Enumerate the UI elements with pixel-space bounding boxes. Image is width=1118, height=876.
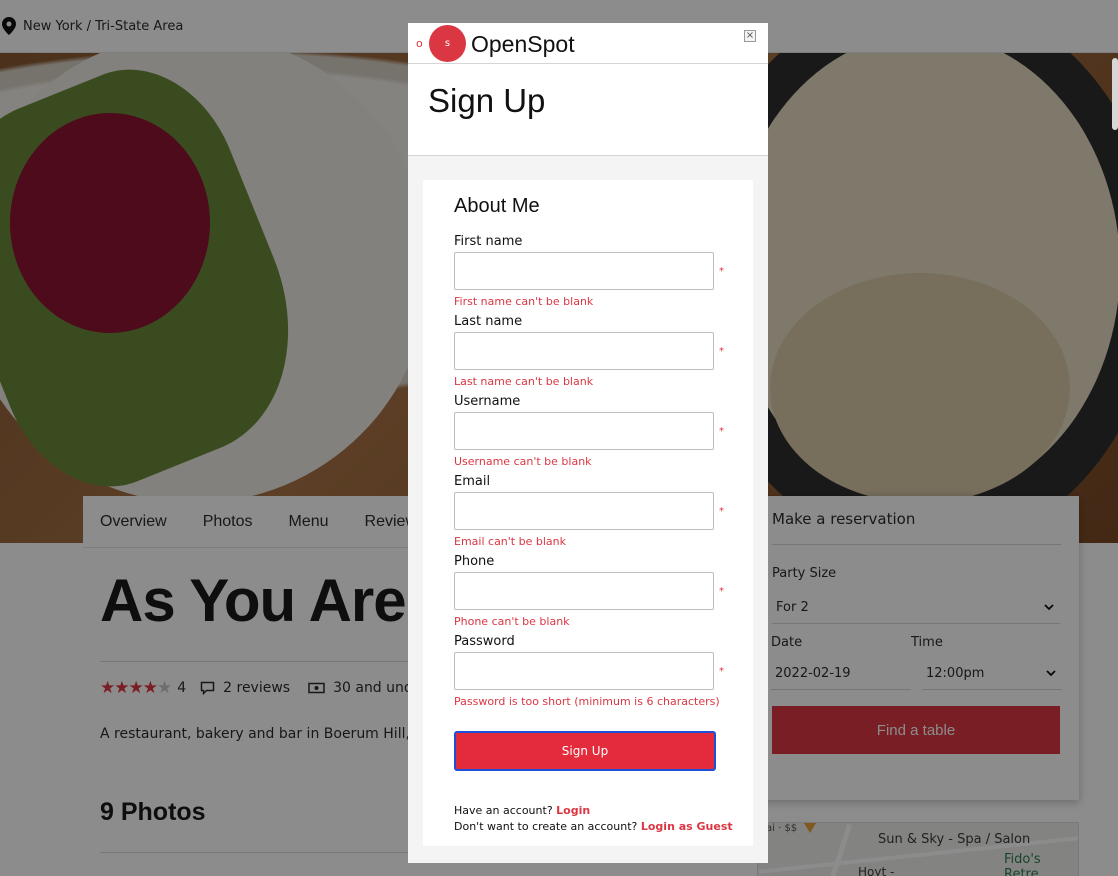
section-heading: About Me	[454, 195, 540, 217]
field-label: Username	[454, 394, 521, 409]
guest-prompt: Don't want to create an account? Login a…	[454, 820, 733, 833]
field-label: Phone	[454, 554, 495, 569]
phone-input[interactable]	[454, 572, 714, 610]
required-mark: *	[719, 426, 724, 437]
field-error: Phone can't be blank	[454, 615, 570, 628]
modal-title: Sign Up	[428, 82, 546, 119]
field-error: Password is too short (minimum is 6 char…	[454, 695, 720, 708]
login-prompt: Have an account? Login	[454, 804, 591, 817]
field-error: Email can't be blank	[454, 535, 566, 548]
modal-title-bar: Sign Up	[408, 64, 768, 156]
field-label: Email	[454, 474, 491, 489]
field-error: Last name can't be blank	[454, 375, 594, 388]
required-mark: *	[719, 506, 724, 517]
field-label: Last name	[454, 314, 523, 329]
close-icon[interactable]: ×	[744, 30, 756, 42]
logo-icon: s	[429, 25, 466, 62]
username-field: Username * Username can't be blank	[454, 394, 744, 468]
brand-name: OpenSpot	[471, 31, 575, 57]
last-name-input[interactable]	[454, 332, 714, 370]
login-link[interactable]: Login	[556, 804, 590, 817]
phone-field: Phone * Phone can't be blank	[454, 554, 744, 628]
field-error: First name can't be blank	[454, 295, 594, 308]
required-mark: *	[719, 346, 724, 357]
password-field: Password * Password is too short (minimu…	[454, 634, 744, 708]
logo-mark: o	[416, 37, 423, 50]
guest-login-link[interactable]: Login as Guest	[641, 820, 733, 833]
last-name-field: Last name * Last name can't be blank	[454, 314, 744, 388]
field-error: Username can't be blank	[454, 455, 592, 468]
required-mark: *	[719, 586, 724, 597]
required-mark: *	[719, 666, 724, 677]
signup-modal: o s OpenSpot × Sign Up About Me First na…	[408, 23, 768, 863]
username-input[interactable]	[454, 412, 714, 450]
signup-form: About Me First name * First name can't b…	[423, 180, 753, 846]
required-mark: *	[719, 266, 724, 277]
first-name-field: First name * First name can't be blank	[454, 234, 744, 308]
modal-header: o s OpenSpot ×	[408, 23, 768, 64]
password-input[interactable]	[454, 652, 714, 690]
email-input[interactable]	[454, 492, 714, 530]
field-label: First name	[454, 234, 523, 249]
sign-up-button[interactable]: Sign Up	[454, 731, 716, 771]
email-field: Email * Email can't be blank	[454, 474, 744, 548]
first-name-input[interactable]	[454, 252, 714, 290]
field-label: Password	[454, 634, 515, 649]
scrollbar-thumb[interactable]	[1112, 58, 1118, 130]
